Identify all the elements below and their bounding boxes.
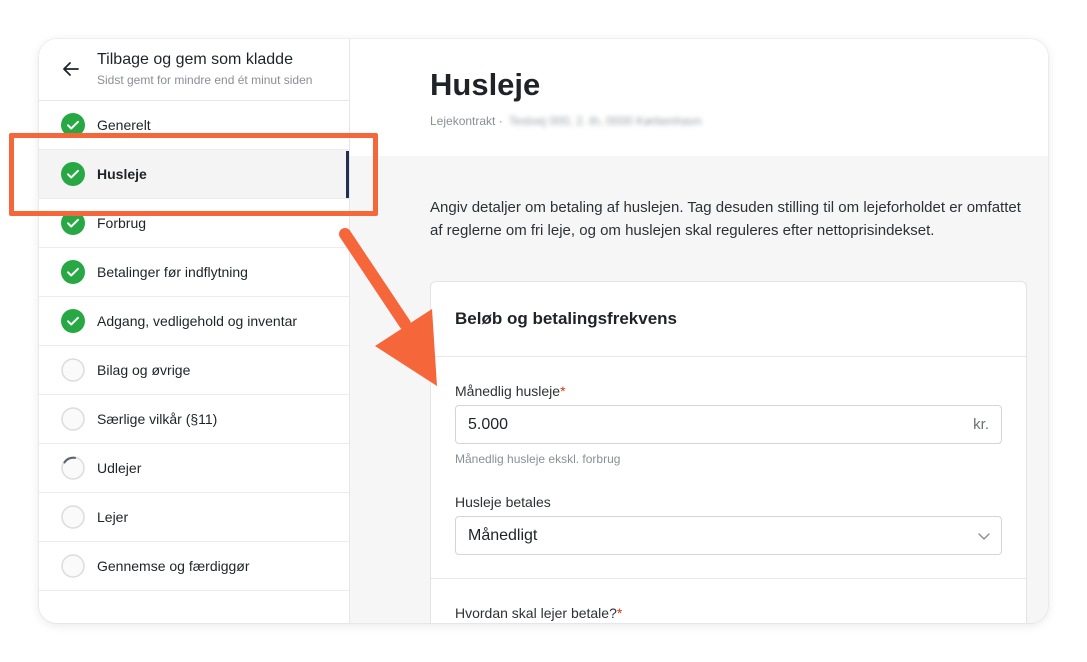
step-item-husleje[interactable]: Husleje bbox=[39, 150, 349, 199]
rent-frequency-value: Månedligt bbox=[468, 527, 538, 544]
check-circle-icon bbox=[61, 309, 85, 333]
step-label: Bilag og øvrige bbox=[97, 362, 191, 378]
empty-circle-icon bbox=[61, 358, 85, 382]
partial-progress-circle-icon bbox=[61, 456, 85, 480]
currency-suffix: kr. bbox=[973, 416, 989, 433]
monthly-rent-label-text: Månedlig husleje bbox=[455, 383, 561, 399]
monthly-rent-value: 5.000 bbox=[468, 416, 509, 433]
page-subtitle: Lejekontrakt · Testvej 000, 2. th, 0000 K… bbox=[430, 114, 702, 128]
check-circle-icon bbox=[61, 162, 85, 186]
step-label: Generelt bbox=[97, 117, 151, 133]
step-item-adgang[interactable]: Adgang, vedligehold og inventar bbox=[39, 297, 349, 346]
intro-text: Angiv detaljer om betaling af huslejen. … bbox=[430, 199, 1021, 239]
step-item-gennemse[interactable]: Gennemse og færdiggør bbox=[39, 542, 349, 591]
step-list: Generelt Husleje Forbrug Betalinger før … bbox=[39, 101, 349, 591]
last-saved-status: Sidst gemt for mindre end ét minut siden bbox=[97, 73, 313, 87]
check-circle-icon bbox=[61, 260, 85, 284]
panel-title: Beløb og betalingsfrekvens bbox=[455, 309, 677, 328]
payment-method-label: Hvordan skal lejer betale?* bbox=[455, 605, 622, 621]
step-item-bilag[interactable]: Bilag og øvrige bbox=[39, 346, 349, 395]
page-header: Husleje Lejekontrakt · Testvej 000, 2. th… bbox=[350, 39, 1048, 156]
amount-frequency-panel: Beløb og betalingsfrekvens Månedlig husl… bbox=[430, 281, 1027, 623]
step-item-lejer[interactable]: Lejer bbox=[39, 493, 349, 542]
step-label: Husleje bbox=[97, 166, 147, 182]
payment-method-label-text: Hvordan skal lejer betale? bbox=[455, 605, 617, 621]
empty-circle-icon bbox=[61, 554, 85, 578]
step-item-betalinger[interactable]: Betalinger før indflytning bbox=[39, 248, 349, 297]
sidebar-header[interactable]: Tilbage og gem som kladde Sidst gemt for… bbox=[39, 39, 349, 101]
required-marker: * bbox=[616, 605, 623, 621]
subtitle-prefix: Lejekontrakt · bbox=[430, 114, 503, 128]
contract-editor-card: Tilbage og gem som kladde Sidst gemt for… bbox=[39, 39, 1048, 623]
step-label: Betalinger før indflytning bbox=[97, 264, 248, 280]
monthly-rent-input[interactable]: 5.000 kr. bbox=[455, 405, 1002, 444]
step-sidebar: Tilbage og gem som kladde Sidst gemt for… bbox=[39, 39, 350, 623]
step-label: Forbrug bbox=[97, 215, 147, 231]
check-circle-icon bbox=[61, 113, 85, 137]
required-marker: * bbox=[560, 383, 566, 399]
monthly-rent-help: Månedlig husleje ekskl. forbrug bbox=[455, 452, 621, 466]
panel-divider bbox=[431, 578, 1026, 579]
step-item-forbrug[interactable]: Forbrug bbox=[39, 199, 349, 248]
panel-divider bbox=[431, 356, 1026, 357]
rent-frequency-select[interactable]: Månedligt bbox=[455, 516, 1002, 555]
step-item-udlejer[interactable]: Udlejer bbox=[39, 444, 349, 493]
back-and-save-draft-link[interactable]: Tilbage og gem som kladde bbox=[97, 51, 293, 69]
step-label: Udlejer bbox=[97, 460, 142, 476]
step-label: Adgang, vedligehold og inventar bbox=[97, 313, 298, 329]
arrow-left-icon[interactable] bbox=[59, 57, 83, 81]
rent-frequency-label: Husleje betales bbox=[455, 494, 551, 510]
check-circle-icon bbox=[61, 211, 85, 235]
empty-circle-icon bbox=[61, 505, 85, 529]
chevron-down-icon bbox=[978, 533, 990, 540]
redacted-address: Testvej 000, 2. th, 0000 Kørbenhavn bbox=[508, 114, 702, 128]
monthly-rent-label: Månedlig husleje* bbox=[455, 383, 566, 399]
step-label: Gennemse og færdiggør bbox=[97, 558, 250, 574]
step-item-generelt[interactable]: Generelt bbox=[39, 101, 349, 150]
main-content: Husleje Lejekontrakt · Testvej 000, 2. th… bbox=[350, 39, 1048, 623]
step-label: Særlige vilkår (§11) bbox=[97, 411, 218, 427]
empty-circle-icon bbox=[61, 407, 85, 431]
step-label: Lejer bbox=[97, 509, 129, 525]
page-title: Husleje bbox=[430, 67, 541, 102]
step-item-saerlige-vilkaar[interactable]: Særlige vilkår (§11) bbox=[39, 395, 349, 444]
